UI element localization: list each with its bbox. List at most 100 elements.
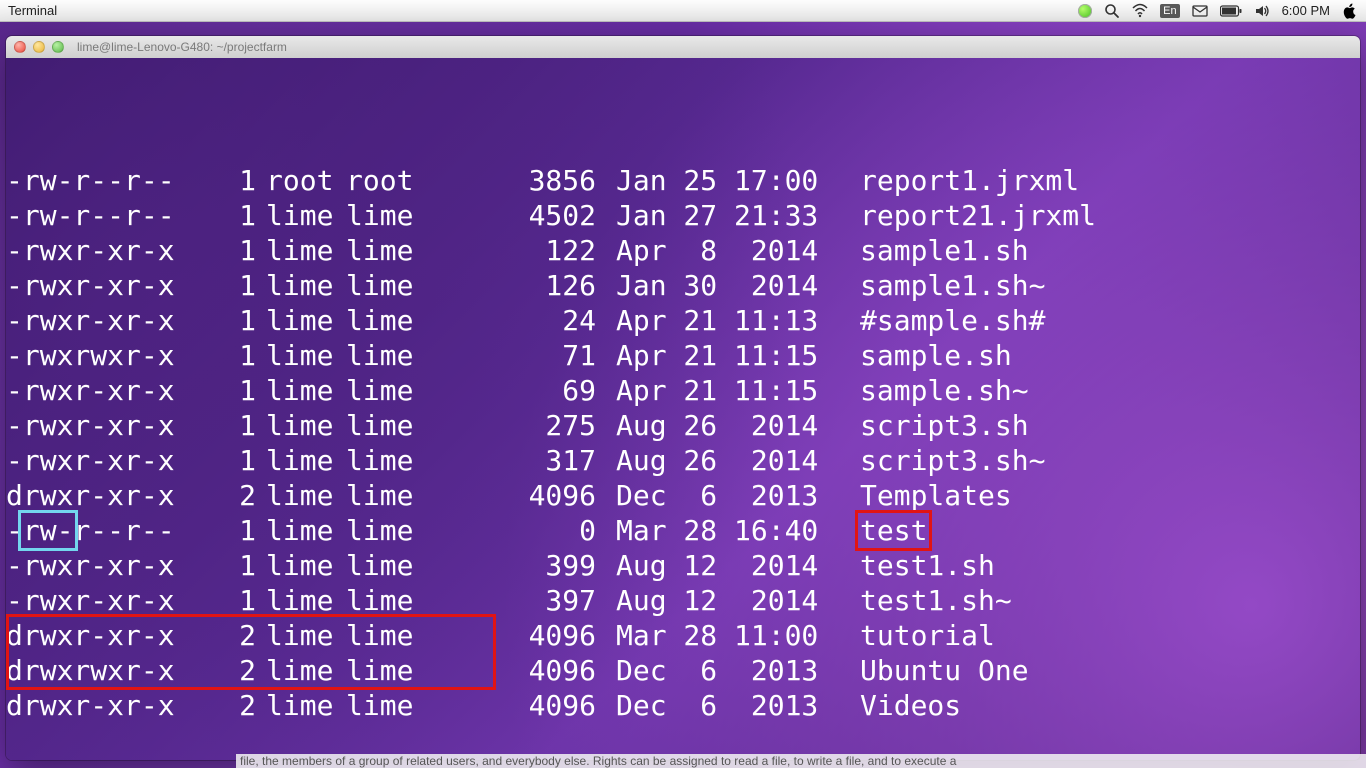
col-group: lime bbox=[346, 373, 436, 408]
col-group: lime bbox=[346, 653, 436, 688]
col-size: 4096 bbox=[436, 688, 596, 723]
col-perms: -rwxrwxr-x bbox=[6, 338, 206, 373]
col-group: lime bbox=[346, 583, 436, 618]
col-owner: lime bbox=[256, 338, 346, 373]
ls-row: drwxrwxr-x2limelime4096Dec 6 2013Ubuntu … bbox=[6, 653, 1360, 688]
col-owner: lime bbox=[256, 618, 346, 653]
col-group: lime bbox=[346, 338, 436, 373]
col-owner: lime bbox=[256, 478, 346, 513]
col-owner: lime bbox=[256, 513, 346, 548]
col-links: 1 bbox=[206, 268, 256, 303]
col-group: lime bbox=[346, 618, 436, 653]
col-perms: -rw-r--r-- bbox=[6, 163, 206, 198]
col-size: 0 bbox=[436, 513, 596, 548]
window-zoom-icon[interactable] bbox=[52, 41, 64, 53]
col-group: lime bbox=[346, 688, 436, 723]
macos-menubar: Terminal En 6:00 PM bbox=[0, 0, 1366, 22]
col-date: Apr 21 11:13 bbox=[596, 303, 846, 338]
col-size: 275 bbox=[436, 408, 596, 443]
ls-row: -rwxr-xr-x1limelime317Aug 26 2014script3… bbox=[6, 443, 1360, 478]
col-perms: drwxr-xr-x bbox=[6, 478, 206, 513]
col-date: Jan 27 21:33 bbox=[596, 198, 846, 233]
ls-row: drwxr-xr-x2limelime4096Dec 6 2013Videos bbox=[6, 688, 1360, 723]
col-owner: lime bbox=[256, 303, 346, 338]
col-size: 69 bbox=[436, 373, 596, 408]
col-filename: sample1.sh~ bbox=[846, 268, 1045, 303]
col-filename: tutorial bbox=[846, 618, 995, 653]
col-links: 1 bbox=[206, 163, 256, 198]
col-perms: drwxr-xr-x bbox=[6, 688, 206, 723]
input-source-indicator[interactable]: En bbox=[1160, 4, 1179, 18]
col-size: 4096 bbox=[436, 653, 596, 688]
col-filename: test1.sh bbox=[846, 548, 995, 583]
col-owner: lime bbox=[256, 688, 346, 723]
col-date: Apr 21 11:15 bbox=[596, 338, 846, 373]
window-close-icon[interactable] bbox=[14, 41, 26, 53]
volume-icon[interactable] bbox=[1254, 3, 1270, 19]
col-filename: Videos bbox=[846, 688, 961, 723]
col-filename: #sample.sh# bbox=[846, 303, 1045, 338]
window-titlebar[interactable]: lime@lime-Lenovo-G480: ~/projectfarm bbox=[6, 36, 1360, 58]
col-date: Dec 6 2013 bbox=[596, 653, 846, 688]
clock[interactable]: 6:00 PM bbox=[1282, 3, 1330, 18]
battery-icon[interactable] bbox=[1220, 5, 1242, 17]
col-links: 2 bbox=[206, 618, 256, 653]
col-filename: report1.jrxml bbox=[846, 163, 1079, 198]
col-owner: lime bbox=[256, 548, 346, 583]
ls-row: -rwxr-xr-x1limelime122Apr 8 2014sample1.… bbox=[6, 233, 1360, 268]
col-group: lime bbox=[346, 478, 436, 513]
app-name[interactable]: Terminal bbox=[8, 3, 57, 18]
ls-row: -rw-r--r--1limelime0Mar 28 16:40test bbox=[6, 513, 1360, 548]
col-perms: -rwxr-xr-x bbox=[6, 233, 206, 268]
ls-row: -rwxrwxr-x1limelime71Apr 21 11:15sample.… bbox=[6, 338, 1360, 373]
col-owner: lime bbox=[256, 373, 346, 408]
col-size: 71 bbox=[436, 338, 596, 373]
col-perms: drwxrwxr-x bbox=[6, 653, 206, 688]
col-date: Aug 12 2014 bbox=[596, 583, 846, 618]
col-links: 1 bbox=[206, 338, 256, 373]
ls-row: -rw-r--r--1rootroot3856Jan 25 17:00repor… bbox=[6, 163, 1360, 198]
col-filename: Ubuntu One bbox=[846, 653, 1029, 688]
col-filename: sample.sh~ bbox=[846, 373, 1029, 408]
col-size: 4502 bbox=[436, 198, 596, 233]
col-filename: Templates bbox=[846, 478, 1012, 513]
ls-row: drwxr-xr-x2limelime4096Dec 6 2013Templat… bbox=[6, 478, 1360, 513]
terminal-viewport[interactable]: -rw-r--r--1rootroot3856Jan 25 17:00repor… bbox=[6, 58, 1360, 760]
col-owner: lime bbox=[256, 653, 346, 688]
col-owner: lime bbox=[256, 408, 346, 443]
col-links: 1 bbox=[206, 408, 256, 443]
window-title: lime@lime-Lenovo-G480: ~/projectfarm bbox=[77, 40, 287, 54]
col-date: Apr 21 11:15 bbox=[596, 373, 846, 408]
spotlight-icon[interactable] bbox=[1104, 3, 1120, 19]
col-owner: lime bbox=[256, 583, 346, 618]
terminal-window: lime@lime-Lenovo-G480: ~/projectfarm -rw… bbox=[6, 36, 1360, 760]
col-date: Mar 28 16:40 bbox=[596, 513, 846, 548]
ls-row: -rwxr-xr-x1limelime397Aug 12 2014test1.s… bbox=[6, 583, 1360, 618]
col-group: lime bbox=[346, 548, 436, 583]
col-perms: -rwxr-xr-x bbox=[6, 373, 206, 408]
col-size: 122 bbox=[436, 233, 596, 268]
col-perms: drwxr-xr-x bbox=[6, 618, 206, 653]
col-size: 317 bbox=[436, 443, 596, 478]
col-filename: sample1.sh bbox=[846, 233, 1029, 268]
window-minimize-icon[interactable] bbox=[33, 41, 45, 53]
col-filename: report21.jrxml bbox=[846, 198, 1096, 233]
apple-icon[interactable] bbox=[1342, 3, 1358, 19]
col-date: Jan 30 2014 bbox=[596, 268, 846, 303]
ls-row: -rwxr-xr-x1limelime24Apr 21 11:13#sample… bbox=[6, 303, 1360, 338]
col-date: Apr 8 2014 bbox=[596, 233, 846, 268]
col-filename: sample.sh bbox=[846, 338, 1012, 373]
ls-row: -rwxr-xr-x1limelime399Aug 12 2014test1.s… bbox=[6, 548, 1360, 583]
wifi-icon[interactable] bbox=[1132, 3, 1148, 19]
col-date: Dec 6 2013 bbox=[596, 688, 846, 723]
col-perms: -rwxr-xr-x bbox=[6, 583, 206, 618]
col-size: 4096 bbox=[436, 618, 596, 653]
col-date: Aug 12 2014 bbox=[596, 548, 846, 583]
col-date: Jan 25 17:00 bbox=[596, 163, 846, 198]
mail-icon[interactable] bbox=[1192, 3, 1208, 19]
col-links: 1 bbox=[206, 443, 256, 478]
col-group: lime bbox=[346, 233, 436, 268]
col-links: 1 bbox=[206, 233, 256, 268]
col-owner: lime bbox=[256, 443, 346, 478]
filename-highlight: test bbox=[855, 510, 932, 551]
